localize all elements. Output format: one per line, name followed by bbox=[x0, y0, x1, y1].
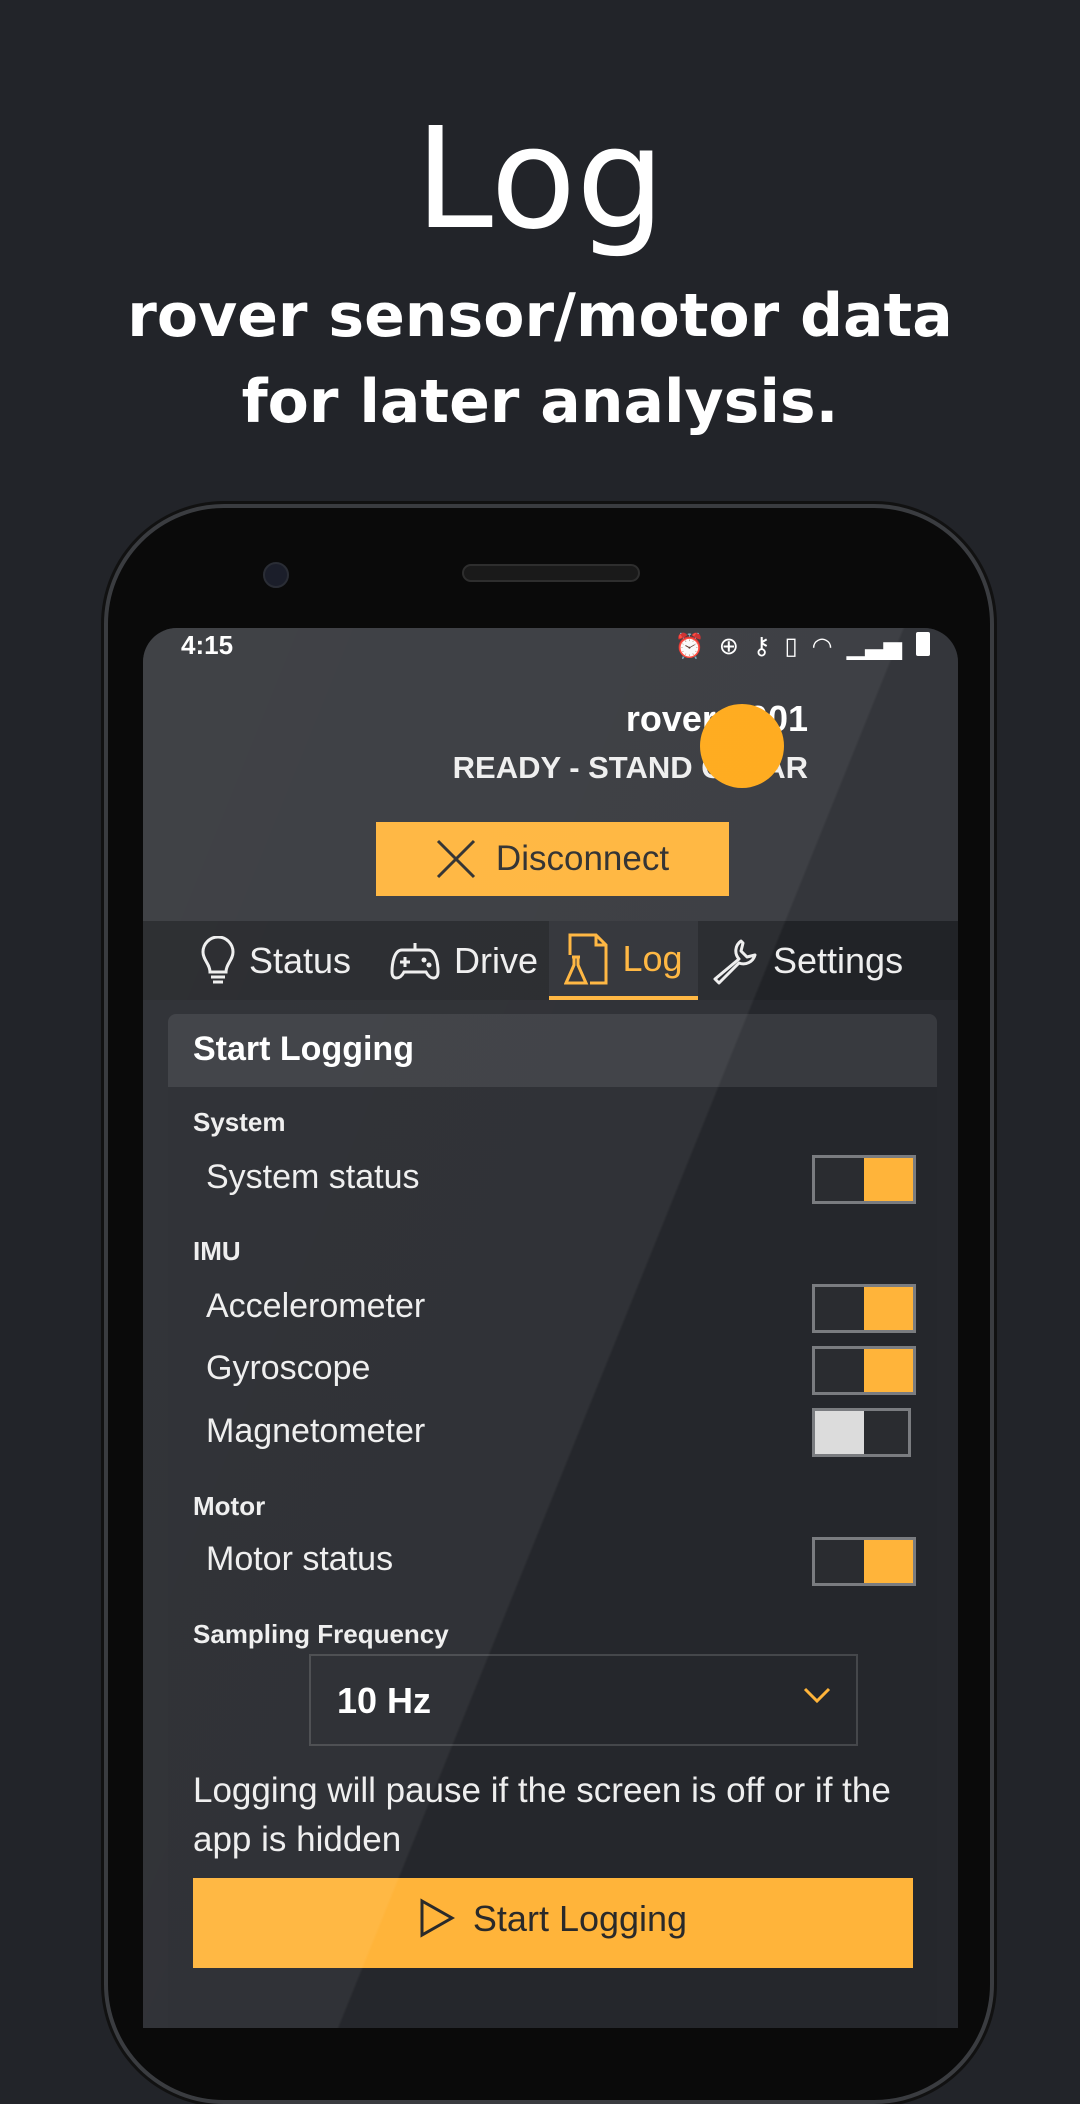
camera-icon bbox=[263, 562, 289, 588]
sampling-frequency-value: 10 Hz bbox=[337, 1680, 432, 1721]
play-icon bbox=[420, 1898, 455, 1938]
start-logging-card: Start Logging System System status IMU A… bbox=[168, 1014, 937, 2028]
speaker-grille bbox=[462, 564, 640, 582]
tab-drive[interactable]: Drive bbox=[390, 921, 538, 1000]
tab-bar: Status Drive Log Settings bbox=[143, 921, 958, 1000]
card-title: Start Logging bbox=[168, 1014, 937, 1087]
item-motor-status: Motor status bbox=[206, 1540, 394, 1578]
tab-label: Status bbox=[249, 939, 352, 981]
close-icon bbox=[436, 839, 475, 879]
gamepad-icon bbox=[390, 942, 440, 979]
toggle-magnetometer[interactable] bbox=[812, 1408, 911, 1457]
tab-status[interactable]: Status bbox=[201, 921, 351, 1000]
data-saver-icon: ⊕ bbox=[718, 633, 739, 660]
logging-note: Logging will pause if the screen is off … bbox=[193, 1771, 891, 1859]
signal-icon: ▁▃▅ bbox=[846, 633, 902, 660]
status-indicator bbox=[700, 704, 784, 788]
vpn-key-icon: ⚷ bbox=[752, 633, 771, 660]
section-system: System bbox=[193, 1107, 286, 1137]
item-magnetometer: Magnetometer bbox=[206, 1412, 426, 1450]
status-time: 4:15 bbox=[181, 630, 234, 660]
toggle-accelerometer[interactable] bbox=[812, 1284, 916, 1333]
disconnect-label: Disconnect bbox=[495, 839, 670, 878]
sampling-frequency-label: Sampling Frequency bbox=[193, 1619, 449, 1649]
wrench-icon bbox=[713, 939, 757, 984]
battery-icon bbox=[916, 632, 930, 656]
toggle-gyroscope[interactable] bbox=[812, 1346, 916, 1395]
status-icons: ⏰ ⊕ ⚷ ▯ ◠ ▁▃▅ bbox=[675, 632, 930, 661]
flask-document-icon bbox=[564, 933, 608, 984]
toggle-motor-status[interactable] bbox=[812, 1537, 916, 1586]
tab-label: Drive bbox=[454, 939, 539, 981]
toggle-system-status[interactable] bbox=[812, 1155, 916, 1204]
start-logging-label: Start Logging bbox=[472, 1898, 688, 1939]
chevron-down-icon bbox=[803, 1687, 831, 1704]
wifi-icon: ◠ bbox=[811, 633, 833, 660]
tab-settings[interactable]: Settings bbox=[711, 921, 903, 1000]
section-imu: IMU bbox=[193, 1236, 241, 1266]
promo-title: Log bbox=[414, 98, 666, 261]
tab-label: Log bbox=[622, 937, 683, 979]
item-accelerometer: Accelerometer bbox=[206, 1287, 426, 1325]
vibrate-icon: ▯ bbox=[784, 633, 798, 660]
item-gyroscope: Gyroscope bbox=[206, 1349, 371, 1387]
tab-log[interactable]: Log bbox=[549, 921, 698, 1000]
promo-subtitle-line-1: rover sensor/motor data bbox=[127, 281, 953, 351]
section-motor: Motor bbox=[193, 1491, 266, 1521]
disconnect-button[interactable]: Disconnect bbox=[376, 822, 729, 896]
sampling-frequency-select[interactable]: 10 Hz bbox=[309, 1654, 858, 1746]
lightbulb-icon bbox=[201, 935, 235, 983]
tab-label: Settings bbox=[773, 939, 904, 981]
app-screen: 4:15 ⏰ ⊕ ⚷ ▯ ◠ ▁▃▅ rover-0001 READY - ST… bbox=[143, 628, 958, 2028]
promo-subtitle-line-2: for later analysis. bbox=[241, 367, 839, 437]
item-system-status: System status bbox=[206, 1158, 420, 1196]
alarm-icon: ⏰ bbox=[674, 633, 705, 660]
start-logging-button[interactable]: Start Logging bbox=[193, 1878, 913, 1968]
